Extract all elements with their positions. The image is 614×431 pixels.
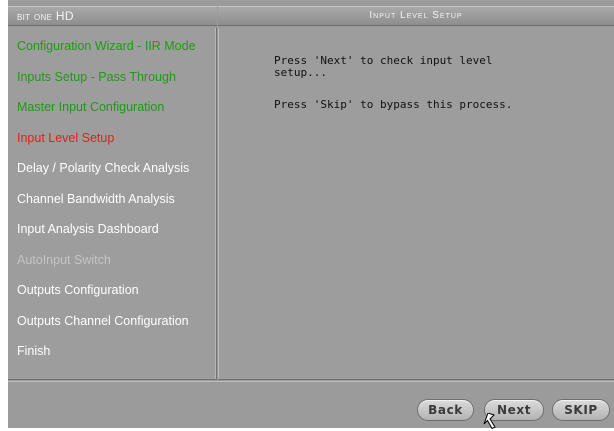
- page-title: Input Level Setup: [369, 10, 463, 21]
- instruction-skip: Press 'Skip' to bypass this process.: [274, 98, 513, 111]
- skip-button[interactable]: SKIP: [552, 399, 610, 421]
- sidebar-item-configuration-wizard[interactable]: Configuration Wizard - IIR Mode: [17, 39, 196, 53]
- page-title-bar: Input Level Setup: [218, 6, 614, 26]
- sidebar-item-delay-polarity-check[interactable]: Delay / Polarity Check Analysis: [17, 161, 189, 175]
- sidebar-item-outputs-channel-configuration[interactable]: Outputs Channel Configuration: [17, 314, 189, 328]
- sidebar-item-master-input-configuration[interactable]: Master Input Configuration: [17, 100, 164, 114]
- sidebar-item-inputs-setup[interactable]: Inputs Setup - Pass Through: [17, 70, 176, 84]
- wizard-content-panel: Press 'Next' to check input level setup.…: [218, 28, 614, 380]
- sidebar-item-channel-bandwidth-analysis[interactable]: Channel Bandwidth Analysis: [17, 192, 175, 206]
- wizard-steps-sidebar: Configuration Wizard - IIR Mode Inputs S…: [8, 28, 217, 380]
- wizard-footer: Back Next SKIP: [8, 381, 614, 428]
- app-title: bit one HD: [17, 9, 74, 23]
- instruction-next: Press 'Next' to check input level setup.…: [274, 54, 493, 79]
- mouse-pointer-icon: [483, 413, 496, 430]
- sidebar-item-finish[interactable]: Finish: [17, 344, 50, 358]
- sidebar-item-input-analysis-dashboard[interactable]: Input Analysis Dashboard: [17, 222, 159, 236]
- sidebar-item-outputs-configuration[interactable]: Outputs Configuration: [17, 283, 139, 297]
- sidebar-item-input-level-setup[interactable]: Input Level Setup: [17, 131, 114, 145]
- wizard-window: bit one HD Input Level Setup Configurati…: [8, 0, 614, 428]
- app-title-bar: bit one HD: [8, 6, 217, 26]
- back-button[interactable]: Back: [417, 399, 474, 421]
- sidebar-item-autoinput-switch: AutoInput Switch: [17, 253, 111, 267]
